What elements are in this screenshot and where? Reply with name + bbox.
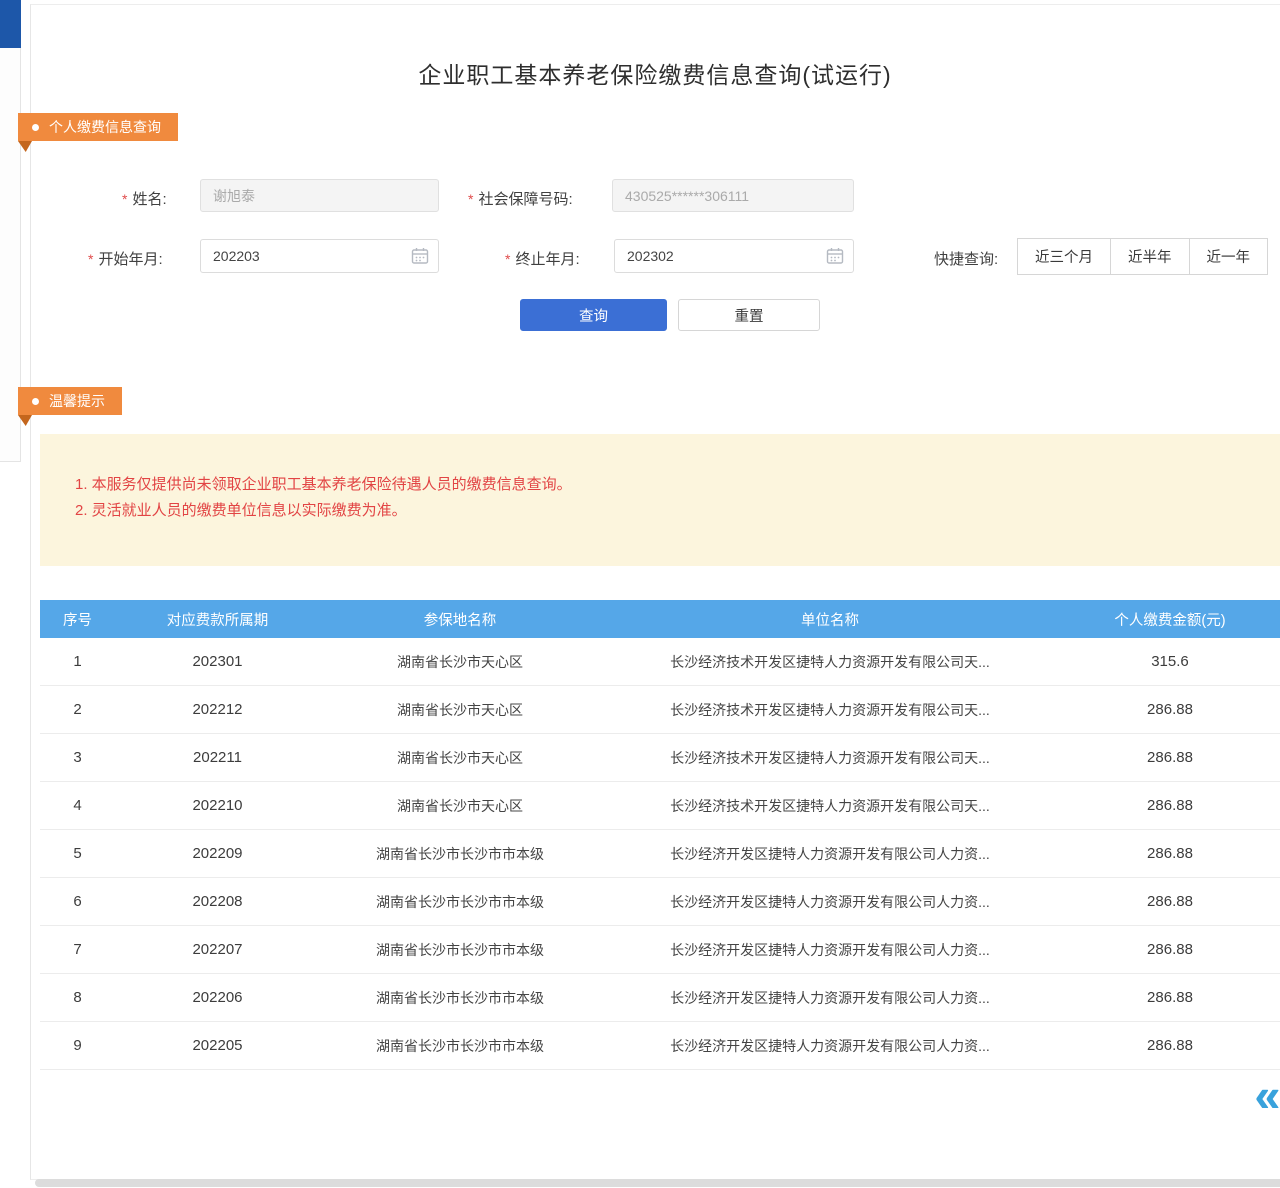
cell-period: 202211 xyxy=(115,749,320,766)
quick-query-group: 近三个月 近半年 近一年 xyxy=(1018,238,1268,275)
end-month-field[interactable] xyxy=(614,239,854,273)
section-badge-tips: 温馨提示 xyxy=(18,387,122,415)
cell-amount: 315.6 xyxy=(1060,653,1280,670)
section-badge-label: 温馨提示 xyxy=(49,391,105,411)
cell-company: 长沙经济开发区捷特人力资源开发有限公司人力资... xyxy=(600,940,1060,960)
cell-seq: 9 xyxy=(40,1037,115,1054)
cell-company: 长沙经济开发区捷特人力资源开发有限公司人力资... xyxy=(600,1036,1060,1056)
end-month-picker xyxy=(614,239,854,273)
cell-amount: 286.88 xyxy=(1060,1037,1280,1054)
cell-area: 湖南省长沙市天心区 xyxy=(320,652,600,672)
cell-seq: 8 xyxy=(40,989,115,1006)
cell-seq: 5 xyxy=(40,845,115,862)
query-button[interactable]: 查询 xyxy=(520,299,667,331)
cell-amount: 286.88 xyxy=(1060,749,1280,766)
table-row: 1 202301 湖南省长沙市天心区 长沙经济技术开发区捷特人力资源开发有限公司… xyxy=(40,638,1280,686)
cell-area: 湖南省长沙市长沙市市本级 xyxy=(320,988,600,1008)
cell-period: 202209 xyxy=(115,845,320,862)
sidebar-toggle-tab[interactable] xyxy=(0,0,21,48)
cell-period: 202301 xyxy=(115,653,320,670)
cell-company: 长沙经济开发区捷特人力资源开发有限公司人力资... xyxy=(600,844,1060,864)
quick-query-label: 快捷查询: xyxy=(934,248,998,269)
cell-period: 202210 xyxy=(115,797,320,814)
table-row: 6 202208 湖南省长沙市长沙市市本级 长沙经济开发区捷特人力资源开发有限公… xyxy=(40,878,1280,926)
cell-period: 202205 xyxy=(115,1037,320,1054)
cell-amount: 286.88 xyxy=(1060,941,1280,958)
table-row: 3 202211 湖南省长沙市天心区 长沙经济技术开发区捷特人力资源开发有限公司… xyxy=(40,734,1280,782)
table-row: 2 202212 湖南省长沙市天心区 长沙经济技术开发区捷特人力资源开发有限公司… xyxy=(40,686,1280,734)
column-header-period: 对应费款所属期 xyxy=(115,609,320,630)
table-row: 7 202207 湖南省长沙市长沙市市本级 长沙经济开发区捷特人力资源开发有限公… xyxy=(40,926,1280,974)
ssn-label: *社会保障号码: xyxy=(468,188,573,209)
calendar-icon[interactable] xyxy=(826,247,844,265)
bullet-dot-icon xyxy=(32,398,39,405)
start-month-picker xyxy=(200,239,439,273)
section-badge-personal-query: 个人缴费信息查询 xyxy=(18,113,178,141)
cell-company: 长沙经济开发区捷特人力资源开发有限公司人力资... xyxy=(600,892,1060,912)
cell-area: 湖南省长沙市长沙市市本级 xyxy=(320,844,600,864)
cell-period: 202206 xyxy=(115,989,320,1006)
warm-tips-notice: 1. 本服务仅提供尚未领取企业职工基本养老保险待遇人员的缴费信息查询。 2. 灵… xyxy=(40,434,1280,566)
required-asterisk: * xyxy=(505,251,510,267)
column-header-area: 参保地名称 xyxy=(320,609,600,630)
quick-query-button[interactable]: 近半年 xyxy=(1110,238,1190,275)
cell-amount: 286.88 xyxy=(1060,893,1280,910)
column-header-seq: 序号 xyxy=(40,609,115,630)
table-header-row: 序号 对应费款所属期 参保地名称 单位名称 个人缴费金额(元) xyxy=(40,600,1280,638)
cell-company: 长沙经济技术开发区捷特人力资源开发有限公司天... xyxy=(600,700,1060,720)
cell-period: 202207 xyxy=(115,941,320,958)
name-label: *姓名: xyxy=(122,188,167,209)
end-month-label: *终止年月: xyxy=(505,248,580,269)
cell-company: 长沙经济技术开发区捷特人力资源开发有限公司天... xyxy=(600,652,1060,672)
ssn-field[interactable] xyxy=(612,179,854,212)
required-asterisk: * xyxy=(122,191,127,207)
page: 企业职工基本养老保险缴费信息查询(试运行) 个人缴费信息查询 *姓名: *社会保… xyxy=(0,0,1280,1188)
bullet-dot-icon xyxy=(32,124,39,131)
column-header-amount: 个人缴费金额(元) xyxy=(1060,609,1280,630)
section-badge-label: 个人缴费信息查询 xyxy=(49,117,161,137)
cell-period: 202212 xyxy=(115,701,320,718)
cell-area: 湖南省长沙市天心区 xyxy=(320,700,600,720)
cell-company: 长沙经济开发区捷特人力资源开发有限公司人力资... xyxy=(600,988,1060,1008)
cell-seq: 7 xyxy=(40,941,115,958)
table-row: 8 202206 湖南省长沙市长沙市市本级 长沙经济开发区捷特人力资源开发有限公… xyxy=(40,974,1280,1022)
page-title: 企业职工基本养老保险缴费信息查询(试运行) xyxy=(30,56,1280,90)
cell-company: 长沙经济技术开发区捷特人力资源开发有限公司天... xyxy=(600,748,1060,768)
cell-amount: 286.88 xyxy=(1060,845,1280,862)
cell-seq: 6 xyxy=(40,893,115,910)
required-asterisk: * xyxy=(88,251,93,267)
name-field[interactable] xyxy=(200,179,439,212)
notice-line: 2. 灵活就业人员的缴费单位信息以实际缴费为准。 xyxy=(40,498,1280,524)
cell-area: 湖南省长沙市长沙市市本级 xyxy=(320,892,600,912)
quick-query-button[interactable]: 近三个月 xyxy=(1017,238,1111,275)
cell-seq: 4 xyxy=(40,797,115,814)
cell-seq: 2 xyxy=(40,701,115,718)
table-row: 4 202210 湖南省长沙市天心区 长沙经济技术开发区捷特人力资源开发有限公司… xyxy=(40,782,1280,830)
start-month-field[interactable] xyxy=(200,239,439,273)
cell-area: 湖南省长沙市长沙市市本级 xyxy=(320,1036,600,1056)
reset-button[interactable]: 重置 xyxy=(678,299,820,331)
cell-amount: 286.88 xyxy=(1060,989,1280,1006)
horizontal-scrollbar[interactable] xyxy=(35,1179,1280,1187)
notice-line: 1. 本服务仅提供尚未领取企业职工基本养老保险待遇人员的缴费信息查询。 xyxy=(40,434,1280,498)
table-row: 5 202209 湖南省长沙市长沙市市本级 长沙经济开发区捷特人力资源开发有限公… xyxy=(40,830,1280,878)
column-header-company: 单位名称 xyxy=(600,609,1060,630)
cell-company: 长沙经济技术开发区捷特人力资源开发有限公司天... xyxy=(600,796,1060,816)
quick-query-button[interactable]: 近一年 xyxy=(1189,238,1269,275)
cell-seq: 1 xyxy=(40,653,115,670)
payment-records-table: 序号 对应费款所属期 参保地名称 单位名称 个人缴费金额(元) 1 202301… xyxy=(40,600,1280,1070)
cell-seq: 3 xyxy=(40,749,115,766)
cell-amount: 286.88 xyxy=(1060,701,1280,718)
required-asterisk: * xyxy=(468,191,473,207)
cell-amount: 286.88 xyxy=(1060,797,1280,814)
calendar-icon[interactable] xyxy=(411,247,429,265)
cell-period: 202208 xyxy=(115,893,320,910)
start-month-label: *开始年月: xyxy=(88,248,163,269)
collapse-panel-icon[interactable]: « xyxy=(1254,1072,1280,1118)
cell-area: 湖南省长沙市天心区 xyxy=(320,748,600,768)
table-row: 9 202205 湖南省长沙市长沙市市本级 长沙经济开发区捷特人力资源开发有限公… xyxy=(40,1022,1280,1070)
cell-area: 湖南省长沙市天心区 xyxy=(320,796,600,816)
cell-area: 湖南省长沙市长沙市市本级 xyxy=(320,940,600,960)
